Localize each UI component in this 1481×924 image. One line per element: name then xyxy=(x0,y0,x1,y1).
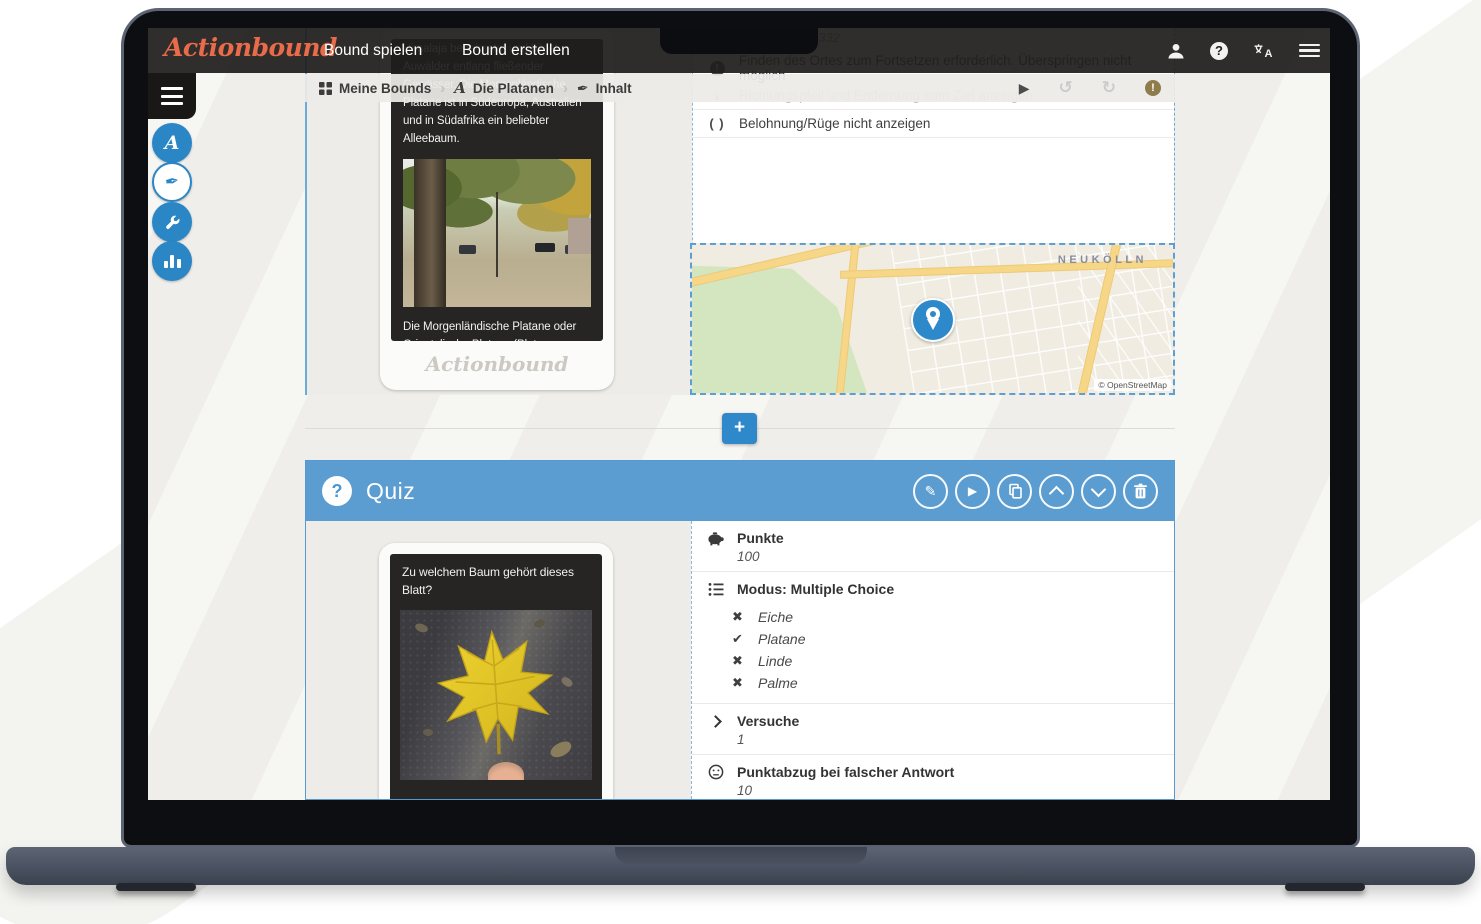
undo-icon[interactable]: ↺ xyxy=(1059,81,1073,95)
location-map: NEUKÖLLN © OpenStreetMap xyxy=(690,243,1175,395)
setting-modus: Modus: Multiple Choice ✖ Eiche ✔ Platane… xyxy=(692,572,1174,704)
leaf-photo xyxy=(400,610,592,780)
quiz-preview-column: Zu welchem Baum gehört dieses Blatt? xyxy=(306,521,691,799)
editor-toolbar: ▶ ↺ ↻ ! xyxy=(1019,80,1161,97)
building xyxy=(568,218,591,254)
breadcrumb-inhalt[interactable]: ✒ Inhalt xyxy=(577,80,632,97)
setting-punktabzug: Punktabzug bei falscher Antwort 10 xyxy=(692,755,1174,800)
duplicate-icon[interactable] xyxy=(997,474,1032,509)
laptop-foot xyxy=(1285,883,1365,891)
sidebar-bound-button[interactable]: A xyxy=(152,123,192,163)
grid-icon xyxy=(319,82,332,95)
parked-car xyxy=(459,245,476,254)
parked-car xyxy=(535,243,555,252)
move-up-icon[interactable] xyxy=(1039,474,1074,509)
phone-preview-quiz: Zu welchem Baum gehört dieses Blatt? xyxy=(379,543,613,800)
quiz-type-icon: ? xyxy=(322,476,352,506)
nav-bound-erstellen[interactable]: Bound erstellen xyxy=(450,28,582,73)
sidebar-content-editor-button[interactable]: ✒ xyxy=(152,162,192,202)
choice-list: ✖ Eiche ✔ Platane ✖ Linde ✖ xyxy=(730,606,1160,694)
choice-row: ✔ Platane xyxy=(730,628,1160,650)
breadcrumb-die-platanen[interactable]: A Die Platanen xyxy=(454,79,554,97)
navbar-right-icons: ? A xyxy=(1167,28,1320,73)
setting-versuche: Versuche 1 xyxy=(692,704,1174,755)
bound-icon: A xyxy=(165,132,180,154)
phone-screen: Zu welchem Baum gehört dieses Blatt? xyxy=(390,554,602,800)
quill-icon: ✒ xyxy=(164,171,181,193)
delete-icon[interactable] xyxy=(1123,474,1158,509)
nav-bound-spielen[interactable]: Bound spielen xyxy=(312,28,434,73)
sidebar-menu-toggle[interactable] xyxy=(148,73,196,119)
quiz-settings-column: Punkte 100 Modus: Multiple Choice ✖ xyxy=(691,521,1174,799)
laptop-hinge-notch xyxy=(615,847,867,864)
preview-paragraph-bottom: Die Morgenländische Platane oder Orienta… xyxy=(391,309,603,341)
wrong-mark-icon: ✖ xyxy=(730,653,745,669)
option-label: Belohnung/Rüge nicht anzeigen xyxy=(739,116,930,131)
wrong-mark-icon: ✖ xyxy=(730,609,745,625)
quill-icon: ✒ xyxy=(576,79,590,97)
wrench-icon xyxy=(164,214,181,231)
setting-value: 100 xyxy=(737,549,1160,564)
svg-text:A: A xyxy=(1265,48,1273,59)
choice-row: ✖ Eiche xyxy=(730,606,1160,628)
laptop-camera-notch xyxy=(660,28,818,54)
breadcrumb-separator: › xyxy=(440,80,445,97)
list-icon xyxy=(706,582,725,597)
help-icon[interactable]: ? xyxy=(1210,42,1228,60)
parentheses-icon: ( ) xyxy=(707,116,727,131)
error-icon[interactable]: ! xyxy=(1145,80,1161,96)
option-no-reward: ( ) Belohnung/Rüge nicht anzeigen xyxy=(693,110,1174,138)
quiz-header: ? Quiz ✎ ▶ xyxy=(306,461,1174,521)
breadcrumb-toolbar: Meine Bounds › A Die Platanen › ✒ Inhalt… xyxy=(305,74,1175,102)
choice-row: ✖ Linde xyxy=(730,650,1160,672)
actionbound-watermark: Actionbound xyxy=(391,352,603,376)
edit-icon[interactable]: ✎ xyxy=(913,474,948,509)
app-screen: 2332 ! Finden des Ortes zum Fortsetzen e… xyxy=(148,28,1330,800)
add-element-button[interactable]: + xyxy=(722,413,757,444)
lamp-post xyxy=(496,192,498,278)
choice-row: ✖ Palme xyxy=(730,672,1160,694)
translate-icon[interactable]: A xyxy=(1253,43,1274,59)
piggybank-icon xyxy=(706,531,725,546)
move-down-icon[interactable] xyxy=(1081,474,1116,509)
sidebar-stats-button[interactable] xyxy=(152,241,192,281)
map-attribution: © OpenStreetMap xyxy=(1094,379,1171,391)
sidebar-settings-button[interactable] xyxy=(152,202,192,242)
chevron-right-icon xyxy=(706,717,725,726)
laptop-base xyxy=(6,847,1475,885)
page: 2332 ! Finden des Ortes zum Fortsetzen e… xyxy=(0,0,1481,924)
tree-trunk xyxy=(414,159,446,307)
correct-mark-icon: ✔ xyxy=(730,631,745,647)
laptop-foot xyxy=(116,883,196,891)
setting-value: 1 xyxy=(737,732,1160,747)
user-icon[interactable] xyxy=(1167,43,1185,59)
stats-icon xyxy=(164,254,181,268)
quiz-header-buttons: ✎ ▶ xyxy=(913,474,1158,509)
smiley-icon xyxy=(706,764,725,780)
yellow-leaf xyxy=(426,622,567,763)
play-icon[interactable]: ▶ xyxy=(955,474,990,509)
redo-icon[interactable]: ↻ xyxy=(1102,81,1116,95)
quiz-element: ? Quiz ✎ ▶ xyxy=(305,460,1175,800)
quiz-question: Zu welchem Baum gehört dieses Blatt? xyxy=(390,554,602,608)
play-icon[interactable]: ▶ xyxy=(1019,80,1030,97)
quiz-title: Quiz xyxy=(366,478,415,505)
breadcrumb-separator: › xyxy=(563,80,568,97)
bound-icon: A xyxy=(454,79,466,97)
menu-icon[interactable] xyxy=(1299,41,1320,61)
map-pin-icon xyxy=(911,298,955,342)
setting-value: 10 xyxy=(737,783,1160,798)
setting-punkte: Punkte 100 xyxy=(692,521,1174,572)
breadcrumb-meine-bounds[interactable]: Meine Bounds xyxy=(319,81,431,96)
wrong-mark-icon: ✖ xyxy=(730,675,745,691)
map-district-label: NEUKÖLLN xyxy=(1058,254,1147,266)
street-avenue-photo xyxy=(403,159,591,307)
